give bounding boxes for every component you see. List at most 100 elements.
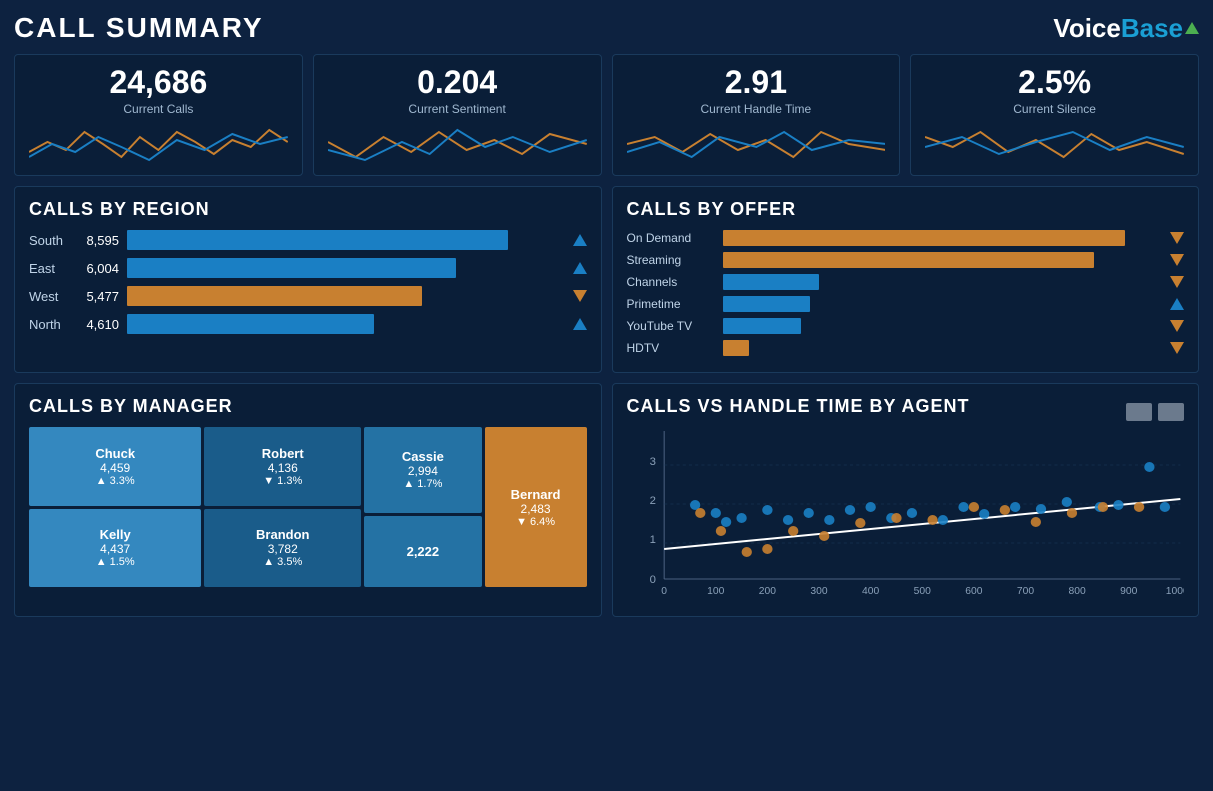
kpi-value-sentiment: 0.204 bbox=[417, 65, 497, 100]
treemap-pct-robert: ▼ 1.3% bbox=[263, 475, 302, 487]
region-bar-container-west bbox=[127, 286, 561, 306]
offer-label-hdtv: HDTV bbox=[627, 341, 717, 355]
region-value-west: 5,477 bbox=[79, 289, 119, 304]
kpi-value-handle-time: 2.91 bbox=[725, 65, 787, 100]
svg-text:3: 3 bbox=[649, 456, 655, 468]
scatter-dropdowns bbox=[1126, 403, 1184, 421]
treemap-num-chuck: 4,459 bbox=[100, 461, 130, 475]
svg-text:800: 800 bbox=[1068, 586, 1086, 597]
offer-label-channels: Channels bbox=[627, 275, 717, 289]
region-bar-north bbox=[127, 314, 374, 334]
treemap-name-kelly: Kelly bbox=[100, 527, 131, 542]
treemap-num-cassie: 2,994 bbox=[408, 464, 438, 478]
logo: VoiceBase bbox=[1053, 13, 1199, 44]
page-title: CALL SUMMARY bbox=[14, 12, 264, 44]
scatter-header: CALLS VS HANDLE TIME BY AGENT bbox=[627, 396, 1185, 427]
treemap-name-brandon: Brandon bbox=[256, 527, 309, 542]
calls-by-region-title: CALLS BY REGION bbox=[29, 199, 587, 220]
region-bar-container-north bbox=[127, 314, 561, 334]
calls-by-offer-panel: CALLS BY OFFER On Demand Streaming Chann… bbox=[612, 186, 1200, 373]
logo-triangle-icon bbox=[1185, 22, 1199, 34]
treemap-cell-brandon: Brandon 3,782 ▲ 3.5% bbox=[204, 509, 361, 588]
svg-text:700: 700 bbox=[1016, 586, 1034, 597]
offer-row-channels: Channels bbox=[627, 274, 1185, 290]
offer-bar-ondemand bbox=[723, 230, 1126, 246]
region-value-north: 4,610 bbox=[79, 317, 119, 332]
svg-text:0: 0 bbox=[649, 574, 655, 586]
offer-bar-container-ondemand bbox=[723, 230, 1161, 246]
region-label-east: East bbox=[29, 261, 71, 276]
offer-row-streaming: Streaming bbox=[627, 252, 1185, 268]
sparkline-silence bbox=[925, 122, 1184, 167]
region-row-east: East 6,004 bbox=[29, 258, 587, 278]
svg-text:900: 900 bbox=[1120, 586, 1138, 597]
kpi-value-silence: 2.5% bbox=[1018, 65, 1091, 100]
offer-bar-container-youtubetv bbox=[723, 318, 1161, 334]
offer-bar-container-streaming bbox=[723, 252, 1161, 268]
scatter-dropdown-1[interactable] bbox=[1126, 403, 1152, 421]
offer-label-streaming: Streaming bbox=[627, 253, 717, 267]
svg-text:300: 300 bbox=[810, 586, 828, 597]
treemap-cell-kelly: Kelly 4,437 ▲ 1.5% bbox=[29, 509, 201, 588]
svg-text:2: 2 bbox=[649, 495, 655, 507]
offer-bar-container-primetime bbox=[723, 296, 1161, 312]
offer-bar-streaming bbox=[723, 252, 1095, 268]
treemap-name-2222: 2,222 bbox=[407, 544, 440, 559]
arrow-down-icon-streaming bbox=[1170, 254, 1184, 266]
mid-row: CALLS BY REGION South 8,595 East 6,004 W… bbox=[14, 186, 1199, 373]
treemap-cell-cassie: Cassie 2,994 ▲ 1.7% bbox=[364, 427, 482, 513]
logo-base: Base bbox=[1121, 13, 1183, 43]
kpi-label-silence: Current Silence bbox=[1013, 102, 1096, 116]
sparkline-handle-time bbox=[627, 122, 886, 167]
svg-text:100: 100 bbox=[707, 586, 725, 597]
bot-row: CALLS BY MANAGER Chuck 4,459 ▲ 3.3% Kell… bbox=[14, 383, 1199, 617]
treemap-cell-robert: Robert 4,136 ▼ 1.3% bbox=[204, 427, 361, 506]
region-bar-south bbox=[127, 230, 508, 250]
treemap-col-3: Bernard 2,483 ▼ 6.4% bbox=[485, 427, 587, 587]
kpi-card-silence: 2.5% Current Silence bbox=[910, 54, 1199, 176]
arrow-up-icon-primetime bbox=[1170, 298, 1184, 310]
treemap-col-0: Chuck 4,459 ▲ 3.3% Kelly 4,437 ▲ 1.5% bbox=[29, 427, 201, 587]
header: CALL SUMMARY VoiceBase bbox=[14, 12, 1199, 44]
treemap: Chuck 4,459 ▲ 3.3% Kelly 4,437 ▲ 1.5% Ro… bbox=[29, 427, 587, 587]
treemap-cell-chuck: Chuck 4,459 ▲ 3.3% bbox=[29, 427, 201, 506]
offer-bar-container-hdtv bbox=[723, 340, 1161, 356]
offer-label-ondemand: On Demand bbox=[627, 231, 717, 245]
kpi-card-handle-time: 2.91 Current Handle Time bbox=[612, 54, 901, 176]
offer-label-primetime: Primetime bbox=[627, 297, 717, 311]
kpi-value-calls: 24,686 bbox=[109, 65, 207, 100]
region-row-west: West 5,477 bbox=[29, 286, 587, 306]
svg-text:600: 600 bbox=[965, 586, 983, 597]
scatter-plot: 0 1 2 3 0 100 200 300 400 500 600 700 80… bbox=[627, 431, 1185, 601]
arrow-up-icon-north bbox=[573, 318, 587, 330]
kpi-card-sentiment: 0.204 Current Sentiment bbox=[313, 54, 602, 176]
treemap-name-bernard: Bernard bbox=[511, 487, 561, 502]
treemap-pct-chuck: ▲ 3.3% bbox=[96, 475, 135, 487]
region-row-north: North 4,610 bbox=[29, 314, 587, 334]
offer-bar-youtubetv bbox=[723, 318, 802, 334]
svg-text:400: 400 bbox=[862, 586, 880, 597]
region-bar-west bbox=[127, 286, 422, 306]
svg-text:1: 1 bbox=[649, 534, 655, 546]
treemap-name-cassie: Cassie bbox=[402, 449, 444, 464]
treemap-col-2: Cassie 2,994 ▲ 1.7% 2,222 bbox=[364, 427, 482, 587]
offer-bar-primetime bbox=[723, 296, 811, 312]
treemap-pct-bernard: ▼ 6.4% bbox=[516, 516, 555, 528]
sparkline-sentiment bbox=[328, 122, 587, 167]
offer-label-youtubetv: YouTube TV bbox=[627, 319, 717, 333]
svg-text:0: 0 bbox=[661, 586, 667, 597]
calls-vs-handle-title: CALLS VS HANDLE TIME BY AGENT bbox=[627, 396, 970, 417]
treemap-name-robert: Robert bbox=[262, 446, 304, 461]
treemap-cell-bernard: Bernard 2,483 ▼ 6.4% bbox=[485, 427, 587, 587]
kpi-card-calls: 24,686 Current Calls bbox=[14, 54, 303, 176]
arrow-up-icon-east bbox=[573, 262, 587, 274]
arrow-down-icon-channels bbox=[1170, 276, 1184, 288]
treemap-pct-cassie: ▲ 1.7% bbox=[403, 478, 442, 490]
offer-row-youtubetv: YouTube TV bbox=[627, 318, 1185, 334]
arrow-up-icon-south bbox=[573, 234, 587, 246]
region-bar-container-south bbox=[127, 230, 561, 250]
region-value-east: 6,004 bbox=[79, 261, 119, 276]
calls-by-region-panel: CALLS BY REGION South 8,595 East 6,004 W… bbox=[14, 186, 602, 373]
scatter-dropdown-2[interactable] bbox=[1158, 403, 1184, 421]
arrow-down-icon-hdtv bbox=[1170, 342, 1184, 354]
